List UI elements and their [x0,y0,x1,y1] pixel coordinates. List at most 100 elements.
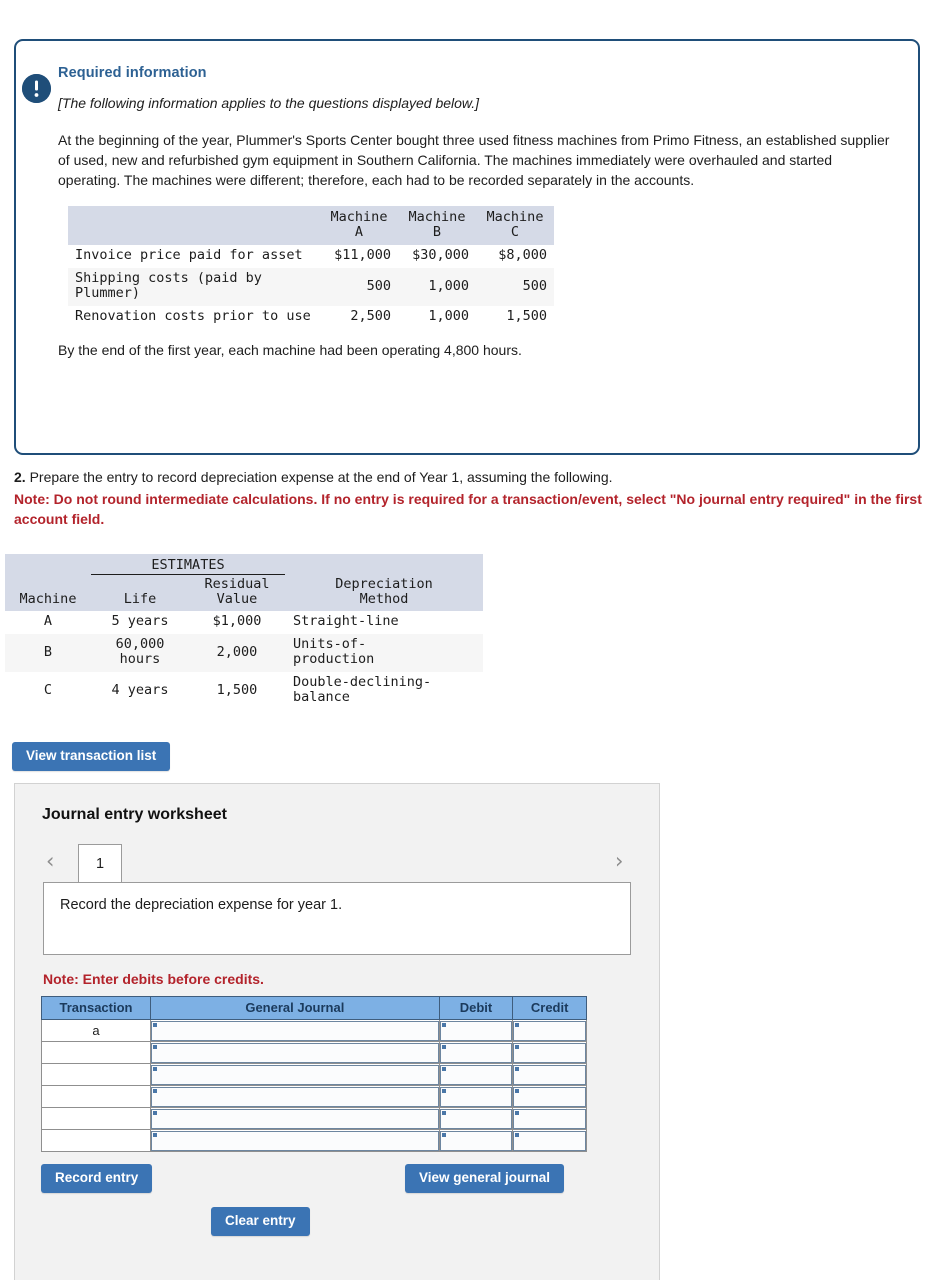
required-information-footer: By the end of the first year, each machi… [58,342,522,359]
estimates-group-blank-right [285,554,483,575]
journal-general-journal-cell[interactable] [150,1129,440,1152]
estimates-life: 60,000 hours [91,633,189,672]
general-journal-input[interactable] [151,1108,439,1129]
journal-header-transaction: Transaction [41,996,151,1020]
worksheet-note: Note: Enter debits before credits. [43,971,264,987]
estimates-machine: A [43,613,53,630]
estimates-group-label: ESTIMATES [91,554,285,576]
cost-row-value-c: $8,000 [498,247,547,264]
table-row: B 60,000 hours 2,000 Units-of- productio… [5,633,483,672]
journal-credit-cell[interactable] [512,1041,587,1064]
estimates-group-header-row: ESTIMATES [5,554,483,576]
cost-row-value-b: $30,000 [412,247,469,264]
estimates-method: Units-of- production [285,633,483,672]
journal-credit-cell[interactable] [512,1129,587,1152]
required-information-title: Required information [58,65,207,81]
machine-cost-header-c: Machine C [476,206,554,246]
journal-credit-cell[interactable] [512,1019,587,1042]
chevron-left-icon[interactable]: ‹ [46,851,54,872]
journal-debit-cell[interactable] [438,1107,514,1130]
journal-debit-cell[interactable] [438,1129,514,1152]
journal-header-credit: Credit [512,996,587,1020]
general-journal-input[interactable] [151,1020,439,1041]
journal-header-debit: Debit [438,996,514,1020]
machine-cost-table-head: Machine A Machine B Machine C [68,206,554,246]
worksheet-buttons: Record entry View general journal Clear … [15,1164,659,1260]
view-transaction-list-button[interactable]: View transaction list [12,742,171,771]
credit-input[interactable] [513,1130,586,1151]
table-row: Shipping costs (paid by Plummer) 500 1,0… [68,267,554,306]
chevron-right-icon[interactable]: › [615,851,623,872]
journal-transaction-cell[interactable] [41,1063,151,1086]
debit-input[interactable] [439,1020,513,1041]
journal-debit-cell[interactable] [438,1041,514,1064]
estimates-table-wrap: ESTIMATES Machine Life Residual Value De… [5,554,483,710]
view-general-journal-button[interactable]: View general journal [405,1164,565,1193]
table-row [41,1107,587,1130]
machine-cost-table: Machine A Machine B Machine C Invoice pr… [68,206,554,328]
header-c-line1: Machine [486,209,544,226]
machine-cost-header-b: Machine B [398,206,476,246]
journal-debit-cell[interactable] [438,1063,514,1086]
estimates-life: 4 years [111,681,169,698]
cost-row-value-a: 500 [320,267,398,306]
estimates-table: ESTIMATES Machine Life Residual Value De… [5,554,483,710]
journal-transaction-cell[interactable] [41,1085,151,1108]
journal-transaction-cell[interactable] [41,1041,151,1064]
journal-debit-cell[interactable] [438,1019,514,1042]
general-journal-input[interactable] [151,1130,439,1151]
general-journal-input[interactable] [151,1086,439,1107]
journal-general-journal-cell[interactable] [150,1063,440,1086]
journal-header-general-journal: General Journal [150,996,440,1020]
cost-row-value-a: 2,500 [350,307,391,324]
debit-input[interactable] [439,1108,513,1129]
method-line1: Double-declining- [293,673,432,690]
credit-input[interactable] [513,1020,586,1041]
credit-input[interactable] [513,1042,586,1063]
journal-general-journal-cell[interactable] [150,1107,440,1130]
journal-general-journal-cell[interactable] [150,1085,440,1108]
residual-line1: Residual [204,576,270,593]
debit-input[interactable] [439,1130,513,1151]
journal-credit-cell[interactable] [512,1085,587,1108]
credit-input[interactable] [513,1108,586,1129]
page-root: Required information [The following info… [0,0,933,1280]
journal-header-row: Transaction General Journal Debit Credit [41,996,587,1020]
estimates-method: Double-declining- balance [285,672,483,710]
general-journal-input[interactable] [151,1064,439,1085]
method-line1: Depreciation [335,576,433,593]
required-information-paragraph: At the beginning of the year, Plummer's … [58,132,890,189]
debit-input[interactable] [439,1064,513,1085]
journal-credit-cell[interactable] [512,1063,587,1086]
machine-cost-header-blank [68,206,320,246]
header-c-line2: C [510,224,520,241]
machine-cost-header-a: Machine A [320,206,398,246]
header-b-line1: Machine [408,209,466,226]
clear-entry-button[interactable]: Clear entry [211,1207,310,1236]
journal-transaction-cell[interactable] [41,1107,151,1130]
journal-general-journal-cell[interactable] [150,1041,440,1064]
cost-row-value-b: 1,000 [398,267,476,306]
worksheet-tab-1[interactable]: 1 [78,844,122,883]
estimates-header-machine: Machine [5,574,91,612]
view-transaction-list-wrap: View transaction list [12,742,171,771]
estimates-method: Straight-line [293,613,399,630]
journal-credit-cell[interactable] [512,1107,587,1130]
table-row: Renovation costs prior to use 2,500 1,00… [68,306,554,329]
record-entry-button[interactable]: Record entry [41,1164,153,1193]
journal-transaction-cell[interactable]: a [41,1019,151,1042]
debit-input[interactable] [439,1042,513,1063]
general-journal-input[interactable] [151,1042,439,1063]
credit-input[interactable] [513,1086,586,1107]
table-row [41,1063,587,1086]
credit-input[interactable] [513,1064,586,1085]
journal-general-journal-cell[interactable] [150,1019,440,1042]
machine-cost-table-body: Invoice price paid for asset $11,000 $30… [68,245,554,328]
header-b-line2: B [432,224,442,241]
journal-transaction-cell[interactable] [41,1129,151,1152]
debit-input[interactable] [439,1086,513,1107]
journal-debit-cell[interactable] [438,1085,514,1108]
method-line2: Method [359,591,409,608]
estimates-group-blank-left [5,554,91,575]
table-row [41,1085,587,1108]
